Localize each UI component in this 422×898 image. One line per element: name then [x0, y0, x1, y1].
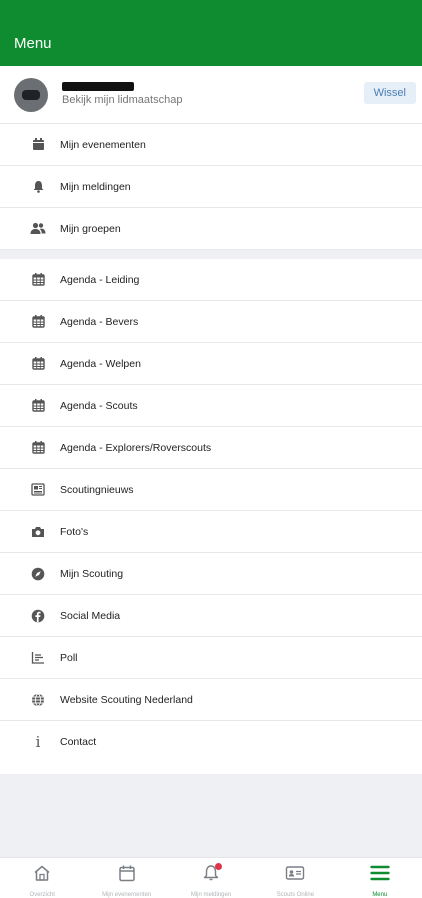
menu-item-label: Agenda - Welpen — [60, 357, 141, 370]
tab-my-events[interactable]: Mijn evenementen — [84, 858, 168, 898]
section-divider — [0, 250, 422, 259]
info-icon: i — [35, 732, 41, 751]
facebook-icon — [30, 608, 46, 624]
member-name-redacted — [62, 82, 134, 91]
menu-item-label: Agenda - Leiding — [60, 273, 140, 286]
menu-item-label: Poll — [60, 651, 78, 664]
app-header: Menu — [0, 0, 422, 66]
calendar-icon — [30, 137, 46, 153]
menu-item-my-notifications[interactable]: Mijn meldingen — [0, 166, 422, 208]
tab-label: Menu — [372, 892, 388, 898]
menu-item-my-events[interactable]: Mijn evenementen — [0, 124, 422, 166]
camera-icon — [30, 524, 46, 540]
group-icon — [30, 221, 46, 237]
calendar-grid-icon — [30, 314, 46, 330]
newspaper-icon — [30, 482, 46, 498]
home-icon — [33, 864, 51, 887]
tab-overview[interactable]: Overzicht — [0, 858, 84, 898]
poll-icon — [30, 650, 46, 666]
tab-label: Scouts Online — [276, 892, 315, 898]
view-membership-link[interactable]: Bekijk mijn lidmaatschap — [62, 94, 182, 106]
menu-item-social-media[interactable]: Social Media — [0, 595, 422, 637]
menu-item-label: Social Media — [60, 609, 121, 622]
menu-item-agenda-welpen[interactable]: Agenda - Welpen — [0, 343, 422, 385]
membership-row[interactable]: Bekijk mijn lidmaatschap Wissel — [0, 66, 422, 124]
menu-item-agenda-bevers[interactable]: Agenda - Bevers — [0, 301, 422, 343]
menu-item-label: Mijn meldingen — [60, 180, 131, 193]
id-card-icon — [285, 864, 305, 887]
menu-item-label: Foto's — [60, 525, 89, 538]
hamburger-icon — [370, 864, 390, 887]
tab-label: Mijn meldingen — [190, 892, 232, 898]
switch-button[interactable]: Wissel — [363, 82, 416, 104]
menu-item-label: Scoutingnieuws — [60, 483, 134, 496]
tab-label: Overzicht — [29, 892, 55, 898]
empty-area — [0, 774, 422, 857]
menu-item-agenda-explorers[interactable]: Agenda - Explorers/Roverscouts — [0, 427, 422, 469]
calendar-icon — [118, 864, 136, 887]
menu-item-label: Agenda - Bevers — [60, 315, 139, 328]
menu-item-label: Mijn groepen — [60, 222, 121, 235]
menu-item-mijn-scouting[interactable]: Mijn Scouting — [0, 553, 422, 595]
page-title: Menu — [14, 35, 52, 52]
menu-item-label: Agenda - Scouts — [60, 399, 138, 412]
avatar — [14, 78, 48, 112]
tab-scouts-online[interactable]: Scouts Online — [253, 858, 337, 898]
menu-group-general: Agenda - Leiding Agenda - Bevers Agenda … — [0, 259, 422, 763]
compass-icon — [30, 566, 46, 582]
notification-badge — [215, 863, 223, 870]
menu-item-agenda-leiding[interactable]: Agenda - Leiding — [0, 259, 422, 301]
menu-item-label: Website Scouting Nederland — [60, 693, 193, 706]
globe-icon — [30, 692, 46, 708]
bottom-tab-bar: Overzicht Mijn evenementen Mijn meldinge… — [0, 857, 422, 898]
menu-item-label: Mijn Scouting — [60, 567, 124, 580]
menu-item-my-groups[interactable]: Mijn groepen — [0, 208, 422, 250]
menu-item-label: Mijn evenementen — [60, 138, 146, 151]
menu-item-contact[interactable]: i Contact — [0, 721, 422, 763]
menu-item-agenda-scouts[interactable]: Agenda - Scouts — [0, 385, 422, 427]
menu-item-label: Contact — [60, 736, 97, 748]
menu-item-fotos[interactable]: Foto's — [0, 511, 422, 553]
calendar-grid-icon — [30, 356, 46, 372]
calendar-grid-icon — [30, 440, 46, 456]
calendar-grid-icon — [30, 398, 46, 414]
menu-item-label: Agenda - Explorers/Roverscouts — [60, 441, 212, 454]
menu-item-website[interactable]: Website Scouting Nederland — [0, 679, 422, 721]
menu-item-scoutingnieuws[interactable]: Scoutingnieuws — [0, 469, 422, 511]
bell-icon — [30, 179, 46, 195]
tab-label: Mijn evenementen — [102, 892, 152, 898]
tab-my-notifications[interactable]: Mijn meldingen — [169, 858, 253, 898]
tab-menu[interactable]: Menu — [338, 858, 422, 898]
menu-item-poll[interactable]: Poll — [0, 637, 422, 679]
menu-group-personal: Mijn evenementen Mijn meldingen Mijn gro… — [0, 124, 422, 250]
calendar-grid-icon — [30, 272, 46, 288]
